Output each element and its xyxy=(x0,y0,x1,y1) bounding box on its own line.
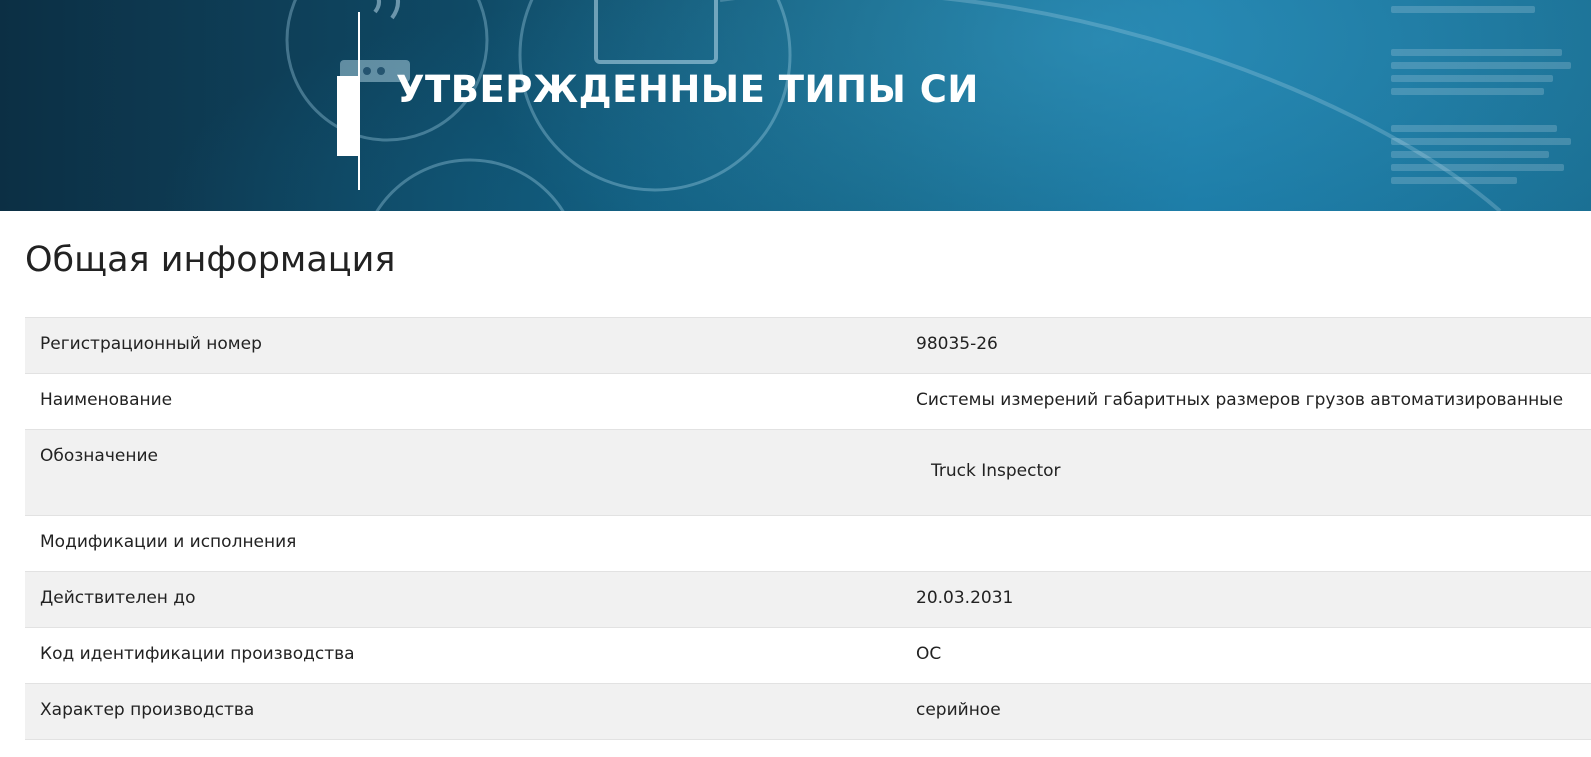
table-row-production-id-code: Код идентификации производства ОС xyxy=(25,628,1591,684)
table-row-name: Наименование Системы измерений габаритны… xyxy=(25,374,1591,430)
row-label: Обозначение xyxy=(40,446,158,466)
table-row-registration-number: Регистрационный номер 98035-26 xyxy=(25,318,1591,374)
page-banner: УТВЕРЖДЕННЫЕ ТИПЫ СИ xyxy=(0,0,1591,211)
row-label: Модификации и исполнения xyxy=(40,532,297,552)
general-info-table: Регистрационный номер 98035-26 Наименова… xyxy=(25,317,1591,740)
row-label: Код идентификации производства xyxy=(40,644,355,664)
section-heading: Общая информация xyxy=(25,240,396,280)
row-label: Действителен до xyxy=(40,588,196,608)
row-value: Системы измерений габаритных размеров гр… xyxy=(916,390,1564,410)
row-value: серийное xyxy=(916,700,1001,720)
row-label: Наименование xyxy=(40,390,173,410)
table-row-valid-until: Действителен до 20.03.2031 xyxy=(25,572,1591,628)
title-marker-block xyxy=(337,76,359,156)
row-value: ОС xyxy=(916,644,942,664)
banner-title: УТВЕРЖДЕННЫЕ ТИПЫ СИ xyxy=(396,68,979,111)
row-label: Характер производства xyxy=(40,700,255,720)
table-row-production-type: Характер производства серийное xyxy=(25,684,1591,740)
table-row-designation: Обозначение Truck Inspector xyxy=(25,430,1591,516)
row-value: Truck Inspector xyxy=(931,461,1061,481)
row-value: 98035-26 xyxy=(916,334,998,354)
code-text-decoration xyxy=(1391,0,1571,211)
row-value: 20.03.2031 xyxy=(916,588,1014,608)
table-row-modifications: Модификации и исполнения xyxy=(25,516,1591,572)
row-label: Регистрационный номер xyxy=(40,334,262,354)
